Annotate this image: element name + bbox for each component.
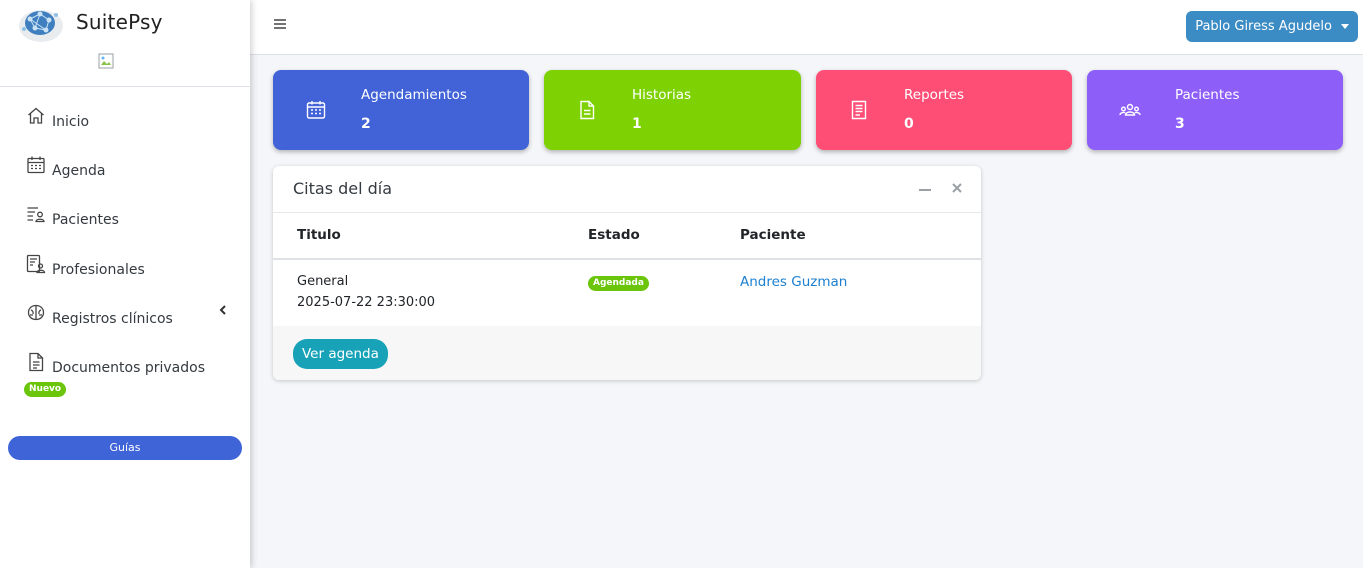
info-box-agendamientos[interactable]: Agendamientos 2: [273, 70, 529, 150]
minimize-icon[interactable]: [917, 182, 933, 198]
chevron-left-icon[interactable]: [216, 303, 230, 317]
info-box-label: Reportes: [904, 87, 965, 103]
guides-button[interactable]: Guías: [8, 436, 242, 460]
status-badge: Agendada: [588, 276, 649, 291]
home-icon: [28, 107, 44, 124]
info-box-label: Historias: [632, 87, 692, 103]
info-box-label: Pacientes: [1175, 87, 1240, 103]
info-box-pacientes[interactable]: Pacientes 3: [1087, 70, 1343, 150]
calendar-icon: [306, 101, 326, 119]
info-box-value: 2: [361, 116, 371, 132]
calendar-icon: [27, 156, 45, 174]
sidebar-item-label: Registros clínicos: [52, 311, 173, 327]
info-box-value: 3: [1175, 116, 1185, 132]
sidebar-item-documentos-privados[interactable]: Documentos privados: [0, 346, 250, 386]
new-badge: Nuevo: [24, 382, 67, 397]
info-box-historias[interactable]: Historias 1: [544, 70, 801, 150]
caret-down-icon: [1341, 24, 1349, 29]
appointments-card: Citas del día Titulo Estado Paciente Gen…: [273, 166, 981, 380]
document-icon: [580, 100, 595, 120]
column-header-status: Estado: [588, 227, 640, 243]
report-icon: [851, 100, 867, 120]
brand: SuitePsy: [0, 0, 250, 87]
sidebar: SuitePsy Inicio Agenda Pacientes Profesi…: [0, 0, 250, 568]
info-box-value: 0: [904, 116, 914, 132]
file-icon: [29, 352, 44, 372]
hamburger-icon[interactable]: [272, 16, 288, 32]
patient-link[interactable]: Andres Guzman: [740, 274, 847, 290]
info-box-value: 1: [632, 116, 642, 132]
user-list-icon: [27, 207, 45, 223]
brain-network-logo[interactable]: [18, 5, 64, 43]
card-header: Citas del día: [273, 166, 981, 213]
sidebar-item-agenda[interactable]: Agenda: [0, 149, 250, 189]
top-navbar: Pablo Giress Agudelo: [250, 0, 1363, 55]
card-footer: Ver agenda: [273, 326, 981, 380]
sidebar-item-registros-clinicos[interactable]: Registros clínicos: [0, 297, 250, 337]
sidebar-item-inicio[interactable]: Inicio: [0, 100, 250, 140]
appointment-datetime: 2025-07-22 23:30:00: [297, 295, 436, 310]
column-header-title: Titulo: [297, 227, 341, 243]
view-agenda-button[interactable]: Ver agenda: [293, 339, 388, 369]
users-icon: [1119, 103, 1141, 116]
column-header-patient: Paciente: [740, 227, 806, 243]
user-doc-icon: [26, 254, 46, 274]
sidebar-item-pacientes[interactable]: Pacientes: [0, 198, 250, 238]
brand-name[interactable]: SuitePsy: [76, 10, 163, 34]
sidebar-item-profesionales[interactable]: Profesionales: [0, 248, 250, 288]
info-box-reportes[interactable]: Reportes 0: [816, 70, 1072, 150]
user-dropdown-button[interactable]: Pablo Giress Agudelo: [1186, 11, 1358, 42]
broken-image-icon: [98, 53, 114, 69]
appointment-title: General: [297, 274, 349, 289]
table-header-divider: [273, 258, 981, 260]
sidebar-item-label: Documentos privados: [52, 360, 205, 376]
user-name: Pablo Giress Agudelo: [1195, 19, 1332, 34]
sidebar-item-label: Inicio: [52, 114, 90, 130]
card-title: Citas del día: [293, 179, 393, 198]
brain-icon: [27, 304, 45, 321]
sidebar-item-label: Profesionales: [52, 262, 145, 278]
close-icon[interactable]: [950, 181, 964, 195]
info-box-label: Agendamientos: [361, 87, 467, 103]
sidebar-item-label: Agenda: [52, 163, 106, 179]
sidebar-item-label: Pacientes: [52, 212, 119, 228]
